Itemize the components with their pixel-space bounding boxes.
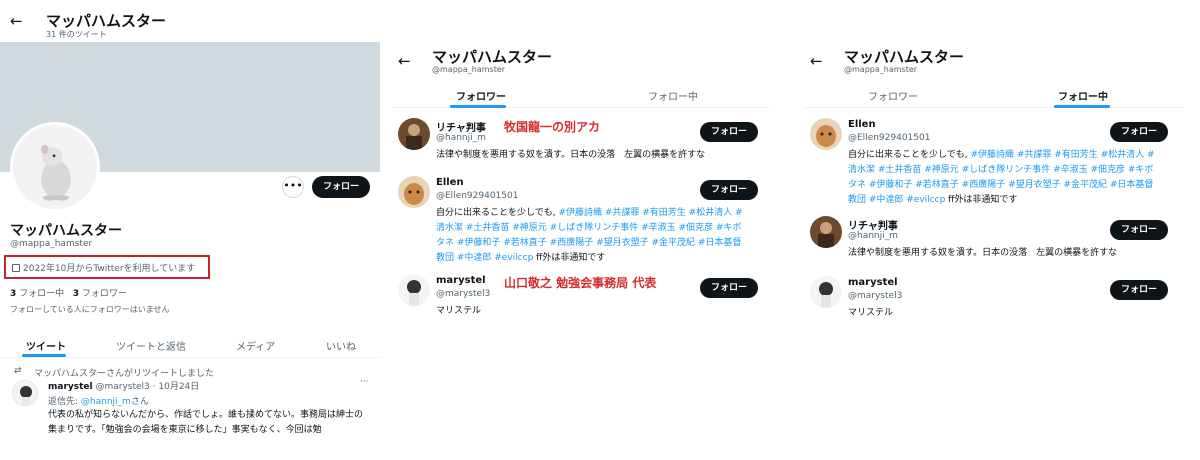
tweet-header: marystel @marystel3 · 10月24日	[48, 379, 199, 392]
follow-button[interactable]: フォロー	[700, 122, 758, 142]
follow-button[interactable]: フォロー	[1110, 122, 1168, 142]
follow-button[interactable]: フォロー	[1110, 220, 1168, 240]
profile-panel: ← マッパハムスター 31 件のツイート ••• フォロー マッパハムスター @…	[0, 0, 380, 460]
tweet-date[interactable]: · 10月24日	[153, 382, 200, 392]
user-handle[interactable]: @marystel3	[436, 289, 490, 299]
hamster-avatar-image	[13, 125, 97, 209]
user-bio: 自分に出来ることを少しでも, #伊藤詩織 #共謀罪 #有田芳生 #松井清人 #清…	[436, 206, 746, 266]
judge-avatar-image	[810, 216, 842, 248]
tab-followers[interactable]: フォロワー	[456, 88, 506, 103]
retweet-icon: ⇄	[14, 366, 22, 376]
user-handle[interactable]: @hannji_m	[848, 231, 898, 241]
followers-panel: ← マッパハムスター @mappa_hamster フォロワー フォロー中 リチ…	[392, 0, 770, 460]
user-avatar[interactable]	[398, 118, 430, 150]
profile-name: マッパハムスター	[10, 223, 122, 239]
header-handle: @mappa_hamster	[844, 65, 918, 74]
user-bio: 自分に出来ることを少しでも, #伊藤詩織 #共謀罪 #有田芳生 #松井清人 #清…	[848, 148, 1158, 208]
joined-date: 2022年10月からTwitterを利用しています	[23, 264, 196, 274]
tab-tweets-and-replies[interactable]: ツイートと返信	[116, 338, 186, 353]
calendar-icon	[12, 264, 20, 272]
back-arrow-icon[interactable]: ←	[398, 52, 411, 70]
back-arrow-icon[interactable]: ←	[10, 12, 23, 30]
follow-button[interactable]: フォロー	[1110, 280, 1168, 300]
joined-date-highlight: 2022年10月からTwitterを利用しています	[4, 255, 210, 279]
header-title: マッパハムスター	[844, 48, 965, 66]
tab-likes[interactable]: いいね	[326, 338, 356, 353]
user-name[interactable]: Ellen	[848, 119, 876, 130]
user-bio: マリステル	[436, 306, 482, 316]
annotation-representative: 山口敬之 勉強会事務局 代表	[504, 276, 657, 290]
reply-suffix: さん	[130, 397, 149, 407]
tab-tweets[interactable]: ツイート	[26, 338, 66, 353]
user-bio: 法律や制度を悪用する奴を潰す。日本の没落 左翼の横暴を許すな	[436, 150, 706, 160]
marystel-avatar-image	[407, 280, 421, 306]
annotation-alt-account: 牧国龍一の別アカ	[504, 120, 601, 134]
more-horizontal-icon: •••	[283, 179, 303, 192]
marystel-avatar-image	[819, 282, 833, 308]
user-name[interactable]: marystel	[436, 275, 486, 286]
user-handle[interactable]: @marystel3	[848, 291, 902, 301]
bio-text: 自分に出来ることを少しでも,	[436, 208, 559, 218]
tweet-body: 代表の私が知らないんだから、作話でしょ。誰も揉めてない。事務局は紳士の集まりです…	[48, 410, 364, 435]
tab-media[interactable]: メディア	[236, 338, 275, 353]
active-tab-indicator	[1054, 105, 1110, 108]
user-name[interactable]: marystel	[848, 277, 898, 288]
header-title: マッパハムスター	[46, 12, 167, 30]
tab-following[interactable]: フォロー中	[1058, 88, 1108, 103]
user-avatar[interactable]	[810, 276, 842, 308]
user-handle[interactable]: @Ellen929401501	[848, 133, 930, 143]
tab-following[interactable]: フォロー中	[648, 88, 698, 103]
profile-tabs: ツイート ツイートと返信 メディア いいね	[0, 330, 380, 358]
active-tab-indicator	[450, 105, 506, 108]
marystel-avatar-image	[20, 386, 32, 405]
tweet-author-name[interactable]: marystel	[48, 382, 93, 392]
tweet-more-icon[interactable]: ···	[360, 377, 369, 387]
dog-avatar-image	[398, 176, 430, 208]
tweet-count: 31 件のツイート	[46, 30, 107, 39]
user-bio: 法律や制度を悪用する奴を潰す。日本の没落 左翼の横暴を許すな	[848, 248, 1118, 258]
bio-text-end: ff外は非通知です	[945, 195, 1018, 205]
user-name[interactable]: Ellen	[436, 177, 464, 188]
follow-button[interactable]: フォロー	[700, 180, 758, 200]
user-name[interactable]: リチャ判事	[436, 119, 486, 134]
follow-stats: 3 フォロー中 3 フォロワー	[10, 286, 127, 299]
following-label[interactable]: フォロー中	[16, 289, 64, 299]
dog-avatar-image	[810, 118, 842, 150]
followers-label[interactable]: フォロワー	[79, 289, 127, 299]
tweet-author-handle[interactable]: @marystel3	[95, 382, 149, 392]
tweet-avatar[interactable]	[12, 380, 38, 406]
user-avatar[interactable]	[810, 118, 842, 150]
tab-followers[interactable]: フォロワー	[868, 88, 918, 103]
retweet-context: マッパハムスターさんがリツイートしました	[34, 369, 215, 379]
follow-tabs: フォロワー フォロー中	[392, 82, 770, 108]
user-handle[interactable]: @Ellen929401501	[436, 191, 518, 201]
reply-prefix: 返信先:	[48, 397, 81, 407]
follow-button[interactable]: フォロー	[312, 176, 370, 198]
user-name[interactable]: リチャ判事	[848, 217, 898, 232]
profile-avatar[interactable]	[10, 122, 100, 212]
follow-tabs: フォロワー フォロー中	[804, 82, 1184, 108]
user-bio: マリステル	[848, 308, 894, 318]
judge-avatar-image	[398, 118, 430, 150]
more-options-button[interactable]: •••	[282, 176, 304, 198]
no-mutual-followers: フォローしている人にフォロワーはいません	[10, 305, 170, 314]
user-avatar[interactable]	[810, 216, 842, 248]
user-avatar[interactable]	[398, 274, 430, 306]
profile-handle: @mappa_hamster	[10, 239, 93, 249]
follow-button[interactable]: フォロー	[700, 278, 758, 298]
reply-to: 返信先: @hannji_mさん	[48, 394, 149, 407]
user-avatar[interactable]	[398, 176, 430, 208]
header-handle: @mappa_hamster	[432, 65, 506, 74]
bio-text-end: ff外は非通知です	[533, 253, 606, 263]
back-arrow-icon[interactable]: ←	[810, 52, 823, 70]
reply-to-handle[interactable]: @hannji_m	[81, 397, 131, 407]
following-panel: ← マッパハムスター @mappa_hamster フォロワー フォロー中 El…	[804, 0, 1184, 460]
bio-text: 自分に出来ることを少しでも,	[848, 150, 971, 160]
active-tab-indicator	[22, 354, 66, 357]
header-title: マッパハムスター	[432, 48, 553, 66]
user-handle[interactable]: @hannji_m	[436, 133, 486, 143]
